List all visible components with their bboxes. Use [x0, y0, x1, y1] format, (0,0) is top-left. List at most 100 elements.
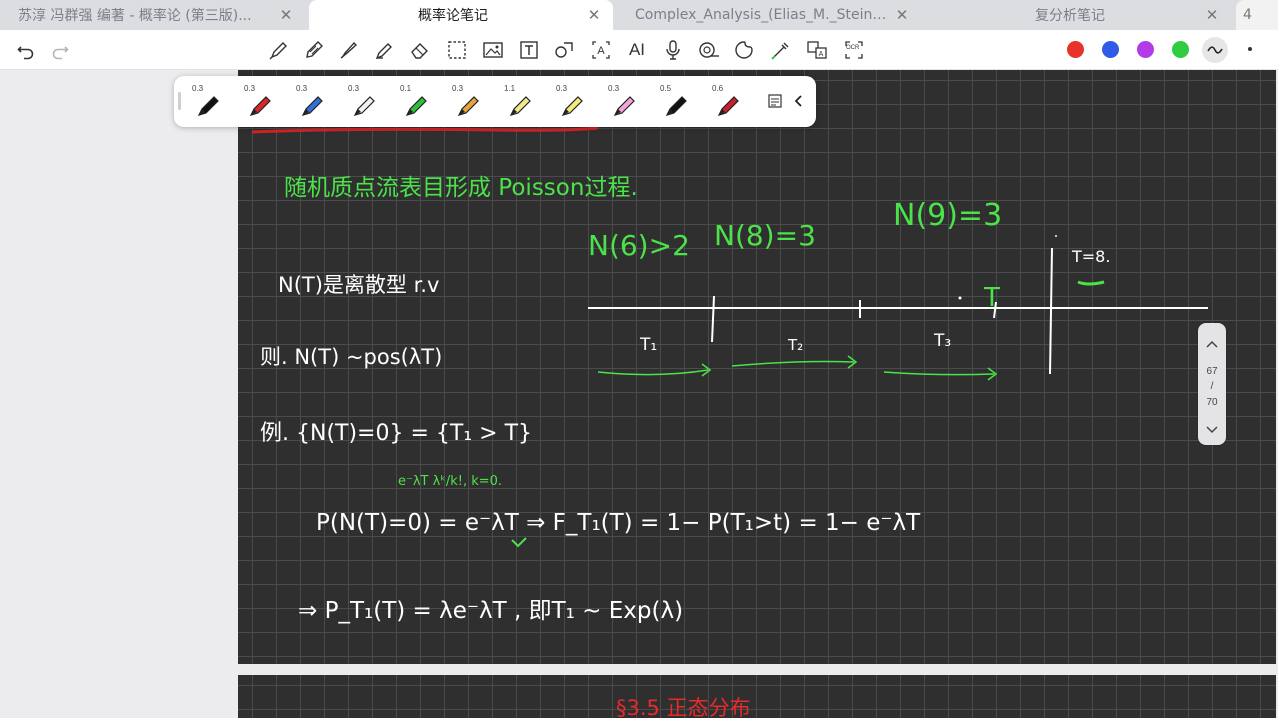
probability-equation: P(N(T)=0) = e⁻λT ⇒ F_T₁(T) = 1− P(T₁>t) … [316, 510, 921, 536]
tab-label: 苏淳 冯群强 编著 - 概率论 (第三版)... [18, 8, 252, 24]
pen-preset-icon [457, 96, 479, 116]
pen-preset-icon [301, 96, 323, 116]
page-navigator: 67 / 70 [1198, 323, 1226, 445]
pen-preset-10[interactable]: 0.5 [654, 80, 702, 124]
sticker-icon [735, 41, 753, 59]
chevron-down-icon [1206, 426, 1218, 434]
tab-complex-analysis-book[interactable]: Complex_Analysis_(Elias_M._Stein,_... ✕ [617, 0, 921, 30]
pen-tool-button[interactable] [265, 36, 293, 64]
note-page[interactable]: 随机质点流表目形成 Poisson过程. N(9)=3 N(6)>2 N(8)=… [238, 70, 1276, 664]
pen-size-label: 0.3 [452, 84, 464, 93]
color-red-swatch[interactable] [1067, 41, 1084, 58]
density-equation: ⇒ P_T₁(T) = λe⁻λT , 即T₁ ~ Exp(λ) [298, 598, 683, 624]
pen-size-label: 0.6 [712, 84, 724, 93]
close-icon[interactable]: ✕ [893, 6, 911, 24]
ai-button[interactable]: AI [623, 36, 651, 64]
page-down-button[interactable] [1198, 421, 1226, 439]
brush-tool-button[interactable] [335, 36, 363, 64]
pen-preset-9[interactable]: 0.3 [602, 80, 650, 124]
page-up-button[interactable] [1198, 335, 1226, 353]
tab-overflow-count[interactable]: 4 [1236, 0, 1278, 30]
pen-preset-11[interactable]: 0.6 [706, 80, 754, 124]
close-icon[interactable]: ✕ [277, 6, 295, 24]
tab-probability-notes[interactable]: 概率论笔记 ✕ [309, 0, 613, 30]
pen-preset-2[interactable]: 0.3 [238, 80, 286, 124]
ocr-label: OCR [846, 45, 860, 51]
arrow-3 [883, 371, 995, 376]
handwriting-canvas: 随机质点流表目形成 Poisson过程. N(9)=3 N(6)>2 N(8)=… [251, 126, 1208, 624]
t2-label: T₂ [787, 336, 803, 354]
palette-drag-handle[interactable] [178, 92, 181, 110]
poisson-title-text: 随机质点流表目形成 Poisson过程. [284, 175, 638, 201]
next-note-page[interactable]: §3.5 正态分布 [238, 675, 1276, 718]
tape-tool-button[interactable] [695, 36, 723, 64]
pen-preset-7[interactable]: 1.1 [498, 80, 546, 124]
text-tool-button[interactable] [515, 36, 543, 64]
laser-pointer-button[interactable] [767, 36, 795, 64]
pencil-tool-button[interactable] [300, 36, 328, 64]
pen-size-label: 0.3 [192, 84, 204, 93]
tab-complex-notes[interactable]: 复分析笔记 ✕ [925, 0, 1231, 30]
tab-probability-book[interactable]: 苏淳 冯群强 编著 - 概率论 (第三版)... ✕ [0, 0, 305, 30]
pen-preset-icon [613, 96, 635, 116]
tab-bar: 苏淳 冯群强 编著 - 概率论 (第三版)... ✕ 概率论笔记 ✕ Compl… [0, 0, 1278, 30]
arrow-1 [597, 369, 709, 376]
arrow-2 [731, 360, 855, 367]
voice-record-button[interactable] [659, 36, 687, 64]
close-icon[interactable]: ✕ [585, 6, 603, 24]
close-icon[interactable]: ✕ [1203, 6, 1221, 24]
toolbar: A AI A OCR [0, 30, 1278, 70]
t3-label: T₃ [933, 331, 951, 351]
pen-palette: 0.3 0.3 0.3 0.3 0.1 0.3 1.1 0.3 0.3 0.5 0.6 [174, 76, 816, 127]
poisson-dist-text: 则. N(T) ~pos(λT) [260, 345, 442, 369]
sticker-button[interactable] [730, 36, 758, 64]
translate-button[interactable]: A [803, 36, 831, 64]
pen-preset-icon [405, 96, 427, 116]
undo-icon [17, 46, 34, 60]
tick-1 [711, 295, 715, 343]
redo-icon [52, 46, 69, 60]
ocr-button[interactable]: OCR [840, 36, 868, 64]
pen-size-label: 1.1 [504, 84, 516, 93]
current-page-number: 67 [1206, 366, 1218, 377]
t1-label: T₁ [639, 335, 657, 355]
undo-button[interactable] [12, 36, 40, 64]
chevron-up-icon [1206, 340, 1218, 348]
svg-text:A: A [819, 51, 824, 58]
pen-preset-6[interactable]: 0.3 [446, 80, 494, 124]
more-options-icon[interactable] [1248, 47, 1252, 51]
pen-icon [269, 42, 287, 60]
color-green-swatch[interactable] [1172, 41, 1189, 58]
t-equals-text: T=8. [1071, 247, 1110, 266]
redo-button[interactable] [46, 36, 74, 64]
pen-preset-icon [665, 96, 687, 116]
lasso-select-button[interactable] [443, 36, 471, 64]
highlighter-tool-button[interactable] [370, 36, 398, 64]
palette-settings-button[interactable] [764, 90, 786, 112]
page-separator [238, 664, 1276, 675]
pen-preset-1[interactable]: 0.3 [186, 80, 234, 124]
eraser-tool-button[interactable] [406, 36, 434, 64]
n6-text: N(6)>2 [588, 229, 690, 262]
page-separator-slash: / [1210, 381, 1214, 392]
pen-size-label: 0.1 [400, 84, 412, 93]
eraser-icon [411, 43, 428, 59]
text-recognition-button[interactable]: A [587, 36, 615, 64]
pen-preset-3[interactable]: 0.3 [290, 80, 338, 124]
color-purple-swatch[interactable] [1137, 41, 1154, 58]
svg-text:A: A [597, 45, 605, 57]
color-blue-swatch[interactable] [1102, 41, 1119, 58]
shape-tool-button[interactable] [550, 36, 578, 64]
tape-icon [699, 42, 719, 58]
pen-preset-5[interactable]: 0.1 [394, 80, 442, 124]
tab-label: Complex_Analysis_(Elias_M._Stein,_... [635, 7, 887, 23]
translate-icon: A [807, 41, 827, 59]
red-ink-stroke [251, 126, 599, 134]
pen-preset-4[interactable]: 0.3 [342, 80, 390, 124]
insert-image-button[interactable] [479, 36, 507, 64]
tab-label: 复分析笔记 [1035, 8, 1105, 24]
pen-preset-8[interactable]: 0.3 [550, 80, 598, 124]
palette-collapse-button[interactable] [788, 90, 810, 112]
hint-text: e⁻λT λᵏ/k!, k=0. [398, 474, 502, 489]
stroke-style-button[interactable] [1202, 37, 1228, 63]
